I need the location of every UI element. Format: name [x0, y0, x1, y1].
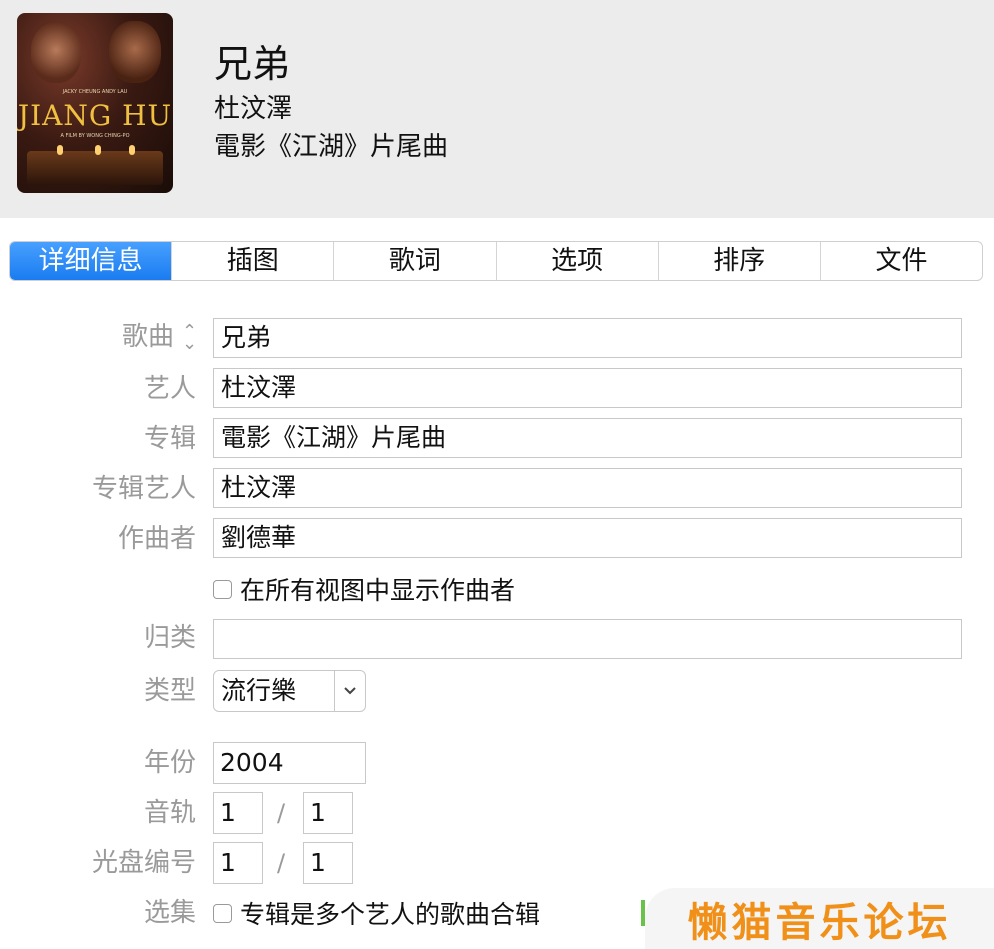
album-artist-label: 专辑艺人 — [91, 474, 196, 504]
grouping-field[interactable] — [213, 619, 962, 659]
cover-credits: JACKY CHEUNG ANDY LAU — [62, 89, 128, 95]
genre-select[interactable]: 流行樂 — [213, 670, 366, 712]
disc-total-field[interactable]: 1 — [303, 842, 353, 884]
sort-toggle-icon[interactable]: ⌃ ⌄ — [182, 322, 197, 352]
cover-candle — [129, 145, 135, 155]
song-label-row: 歌曲 ⌃ ⌄ — [0, 316, 197, 358]
show-composer-checkbox[interactable] — [213, 579, 232, 599]
cover-byline: A FILM BY WONG CHING-PO — [60, 133, 130, 139]
track-album: 電影《江湖》片尾曲 — [214, 132, 449, 162]
cover-candle — [95, 145, 101, 155]
album-artwork[interactable]: JACKY CHEUNG ANDY LAU JIANG HU A FILM BY… — [17, 13, 173, 193]
chevron-down-icon[interactable] — [335, 671, 365, 711]
year-label: 年份 — [143, 748, 196, 778]
year-field[interactable]: 2004 — [213, 742, 366, 784]
composer-label: 作曲者 — [117, 524, 196, 554]
disc-label: 光盘编号 — [91, 848, 196, 878]
cover-candle — [57, 145, 63, 155]
genre-label: 类型 — [143, 676, 196, 706]
tab-artwork[interactable]: 插图 — [171, 242, 333, 280]
track-header: JACKY CHEUNG ANDY LAU JIANG HU A FILM BY… — [0, 0, 994, 218]
disc-separator: / — [277, 849, 286, 877]
cover-logo: JIANG HU — [17, 99, 173, 132]
watermark: 懒猫音乐论坛 — [645, 888, 994, 949]
track-number-field[interactable]: 1 — [213, 792, 263, 834]
show-composer-row[interactable]: 在所有视图中显示作曲者 — [213, 574, 516, 605]
album-artist-field[interactable]: 杜汶澤 — [213, 468, 962, 508]
tab-file[interactable]: 文件 — [819, 242, 982, 280]
album-field[interactable]: 電影《江湖》片尾曲 — [213, 418, 962, 458]
watermark-text: 懒猫音乐论坛 — [687, 898, 952, 946]
grouping-label: 归类 — [143, 623, 196, 653]
composer-field[interactable]: 劉德華 — [213, 518, 962, 558]
tab-options[interactable]: 选项 — [495, 242, 658, 280]
cover-figure-left — [31, 23, 81, 83]
track-separator: / — [277, 799, 286, 827]
cover-figure-right — [109, 21, 161, 83]
compilation-label: 选集 — [143, 898, 196, 928]
track-label: 音轨 — [143, 798, 196, 828]
tab-lyrics[interactable]: 歌词 — [333, 242, 495, 280]
compilation-checkbox-label: 专辑是多个艺人的歌曲合辑 — [240, 900, 541, 929]
tab-sorting[interactable]: 排序 — [657, 242, 820, 280]
album-label: 专辑 — [143, 424, 196, 454]
genre-value: 流行樂 — [214, 671, 335, 711]
tab-details[interactable]: 详细信息 — [10, 242, 172, 280]
compilation-row[interactable]: 专辑是多个艺人的歌曲合辑 — [213, 898, 541, 929]
track-artist: 杜汶澤 — [214, 94, 293, 124]
track-title: 兄弟 — [214, 42, 291, 86]
cover-table — [27, 151, 163, 185]
track-total-field[interactable]: 1 — [303, 792, 353, 834]
song-label: 歌曲 — [121, 322, 174, 352]
song-field[interactable]: 兄弟 — [213, 318, 962, 358]
show-composer-label: 在所有视图中显示作曲者 — [240, 576, 516, 605]
artist-label: 艺人 — [143, 374, 196, 404]
compilation-checkbox[interactable] — [213, 903, 232, 923]
tab-bar: 详细信息 插图 歌词 选项 排序 文件 — [9, 241, 983, 281]
artist-field[interactable]: 杜汶澤 — [213, 368, 962, 408]
disc-number-field[interactable]: 1 — [213, 842, 263, 884]
